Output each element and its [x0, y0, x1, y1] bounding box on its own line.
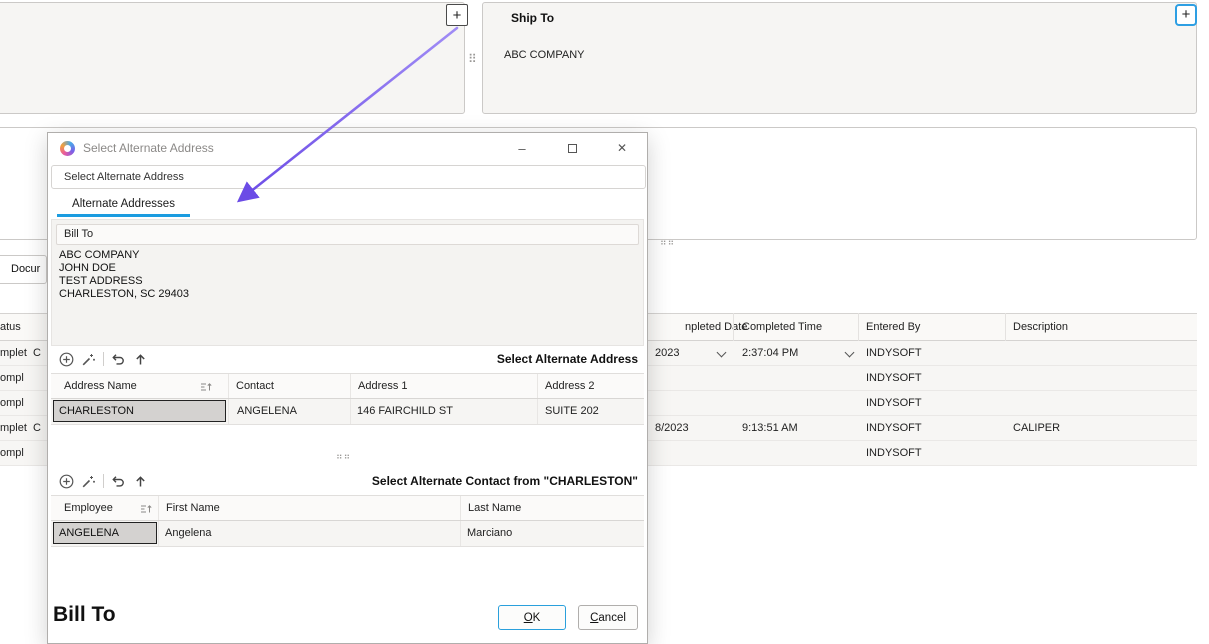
employee-cell: ANGELENA: [51, 521, 159, 546]
ship-to-panel: Ship To ABC COMPANY: [482, 2, 1197, 114]
address2-cell[interactable]: SUITE 202: [538, 399, 644, 424]
dialog-titlebar[interactable]: Select Alternate Address – ✕: [48, 133, 647, 163]
add-circle-icon[interactable]: [59, 352, 74, 367]
entered-by-cell: INDYSOFT: [866, 422, 922, 434]
maximize-button[interactable]: [547, 133, 597, 163]
alternate-address-grid: Address Name Contact Address 1 Address 2…: [51, 373, 644, 425]
vertical-drag-handle-icon[interactable]: ⠿: [468, 52, 477, 66]
minimize-button[interactable]: –: [497, 133, 547, 163]
entered-by-cell: INDYSOFT: [866, 397, 922, 409]
cancel-button[interactable]: Cancel: [578, 605, 638, 630]
documents-tab-label: Docur: [11, 263, 40, 275]
entered-by-cell: INDYSOFT: [866, 372, 922, 384]
contact-grid-header: Employee First Name Last Name: [51, 495, 644, 521]
app-logo-icon: [60, 141, 75, 156]
close-button[interactable]: ✕: [597, 133, 647, 163]
col-description: Description: [1013, 321, 1068, 333]
address-grid-row[interactable]: CHARLESTON ANGELENA 146 FAIRCHILD ST SUI…: [51, 399, 644, 425]
sort-ascending-icon[interactable]: [140, 504, 152, 514]
address-name-cell: CHARLESTON: [51, 399, 229, 424]
header-first-name[interactable]: First Name: [159, 496, 461, 520]
completed-date-cell: 8/2023: [655, 422, 689, 434]
chevron-down-icon[interactable]: [717, 348, 727, 358]
status-cell: ompl: [0, 372, 24, 384]
footer-bill-to-label: Bill To: [53, 603, 116, 627]
col-entered-by: Entered By: [866, 321, 920, 333]
add-button-top-left[interactable]: +: [446, 4, 468, 26]
header-employee[interactable]: Employee: [51, 496, 159, 520]
col-status: atus: [0, 321, 21, 333]
selected-employee[interactable]: ANGELENA: [53, 522, 157, 544]
maximize-icon: [568, 144, 577, 153]
address-line: CHARLESTON, SC 29403: [59, 288, 643, 301]
add-button-ship-to[interactable]: +: [1175, 4, 1197, 26]
col-completed-date: npleted Date: [685, 321, 747, 333]
alternate-contact-grid: Employee First Name Last Name ANGELENA A…: [51, 495, 644, 547]
address1-cell[interactable]: 146 FAIRCHILD ST: [351, 399, 538, 424]
arrow-up-icon[interactable]: [133, 474, 148, 489]
select-alternate-address-dialog: Select Alternate Address – ✕ Select Alte…: [47, 132, 648, 644]
arrow-up-icon[interactable]: [133, 352, 148, 367]
wand-icon[interactable]: [81, 474, 96, 489]
header-last-name[interactable]: Last Name: [461, 496, 644, 520]
address-grid-header: Address Name Contact Address 1 Address 2: [51, 373, 644, 399]
address-line: TEST ADDRESS: [59, 275, 643, 288]
header-address-1[interactable]: Address 1: [351, 374, 538, 398]
col-completed-time: Completed Time: [742, 321, 822, 333]
alternate-addresses-panel: Bill To ABC COMPANY JOHN DOE TEST ADDRES…: [51, 219, 644, 346]
documents-tab[interactable]: Docur: [0, 255, 47, 284]
dialog-section-header: Select Alternate Address: [51, 165, 646, 189]
address-grid-caption: Select Alternate Address: [497, 352, 644, 366]
contact-grid-toolbar: Select Alternate Contact from "CHARLESTO…: [51, 469, 644, 493]
ok-button[interactable]: OK: [498, 605, 566, 630]
contact-cell[interactable]: ANGELENA: [229, 399, 351, 424]
contact-grid-caption: Select Alternate Contact from "CHARLESTO…: [372, 474, 644, 488]
completed-time-cell[interactable]: 2:37:04 PM: [742, 347, 798, 359]
undo-icon[interactable]: [111, 474, 126, 489]
description-cell: CALIPER: [1013, 422, 1060, 434]
bill-to-address: ABC COMPANY JOHN DOE TEST ADDRESS CHARLE…: [59, 249, 643, 301]
undo-icon[interactable]: [111, 352, 126, 367]
tab-alternate-addresses[interactable]: Alternate Addresses: [57, 195, 190, 217]
sort-ascending-icon[interactable]: [200, 382, 212, 392]
toolbar-separator: [103, 352, 104, 366]
completed-time-cell: 9:13:51 AM: [742, 422, 798, 434]
add-circle-icon[interactable]: [59, 474, 74, 489]
last-name-cell[interactable]: Marciano: [461, 521, 644, 546]
status-cell: mplet C: [0, 347, 41, 359]
selected-address-name[interactable]: CHARLESTON: [53, 400, 226, 422]
entered-by-cell: INDYSOFT: [866, 447, 922, 459]
entered-by-cell: INDYSOFT: [866, 347, 922, 359]
status-cell: ompl: [0, 447, 24, 459]
ship-to-company: ABC COMPANY: [504, 49, 584, 61]
top-left-panel: [0, 2, 465, 114]
completed-date-cell[interactable]: 2023: [655, 347, 679, 359]
address-line: JOHN DOE: [59, 262, 643, 275]
status-cell: ompl: [0, 397, 24, 409]
status-cell: mplet C: [0, 422, 41, 434]
bill-to-header: Bill To: [56, 224, 639, 245]
ship-to-title: Ship To: [511, 11, 554, 25]
address-line: ABC COMPANY: [59, 249, 643, 262]
header-address-name[interactable]: Address Name: [51, 374, 229, 398]
dialog-title: Select Alternate Address: [83, 141, 214, 155]
contact-grid-row[interactable]: ANGELENA Angelena Marciano: [51, 521, 644, 547]
header-address-2[interactable]: Address 2: [538, 374, 644, 398]
horizontal-drag-handle-icon[interactable]: ⠶⠶: [660, 237, 675, 248]
toolbar-separator: [103, 474, 104, 488]
header-contact[interactable]: Contact: [229, 374, 351, 398]
splitter-drag-handle-icon[interactable]: ⠶⠶: [336, 451, 351, 462]
first-name-cell[interactable]: Angelena: [159, 521, 461, 546]
address-grid-toolbar: Select Alternate Address: [51, 347, 644, 371]
wand-icon[interactable]: [81, 352, 96, 367]
window-controls: – ✕: [497, 133, 647, 163]
chevron-down-icon[interactable]: [845, 348, 855, 358]
